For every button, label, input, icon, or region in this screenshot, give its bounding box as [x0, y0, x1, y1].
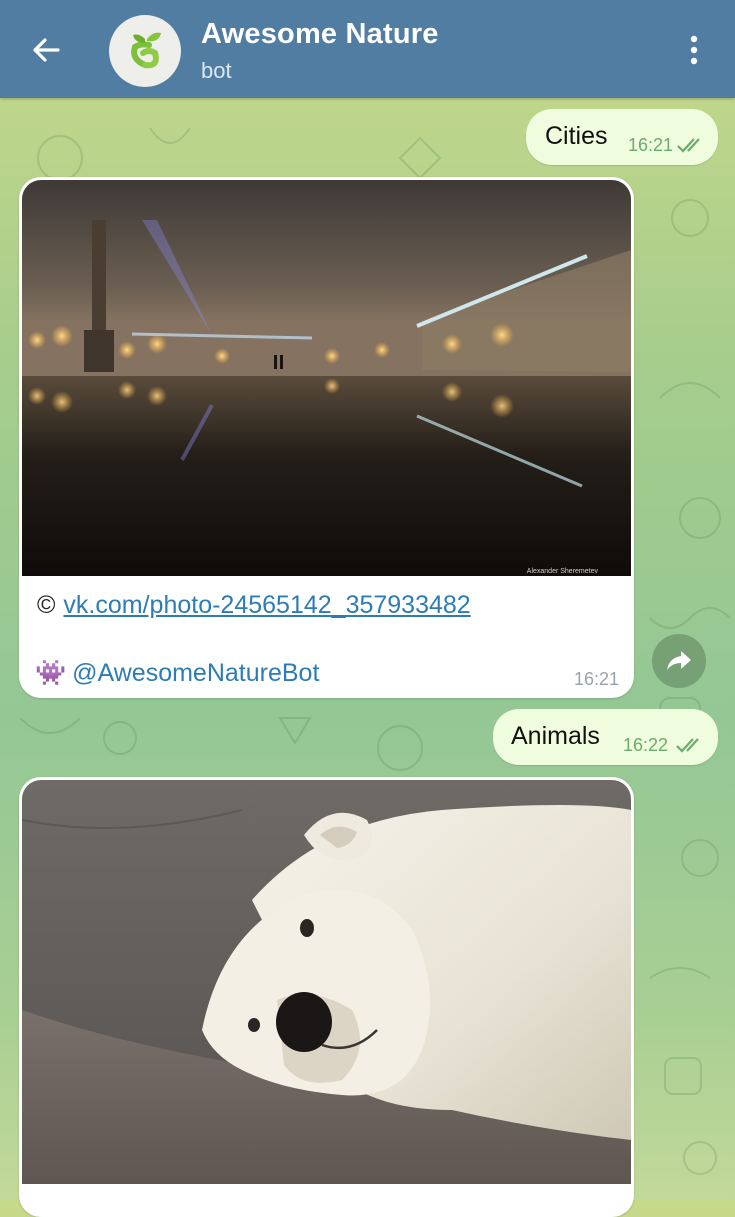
forward-button[interactable]: [652, 634, 706, 688]
chat-title: Awesome Nature: [201, 18, 439, 50]
bot-mention-line: 👾 @AwesomeNatureBot: [35, 659, 319, 688]
bot-avatar[interactable]: [109, 15, 181, 87]
message-time: 16:22: [623, 735, 669, 755]
copyright-icon: ©: [37, 591, 56, 619]
source-link[interactable]: vk.com/photo-24565142_357933482: [63, 591, 470, 619]
animal-photo[interactable]: [22, 780, 631, 1184]
forward-arrow-icon: [667, 651, 691, 670]
chat-subtitle: bot: [201, 58, 232, 83]
source-line: © vk.com/photo-24565142_357933482: [37, 591, 471, 620]
message-time: 16:21: [628, 135, 674, 155]
chat-header: Awesome Nature bot: [0, 0, 735, 98]
more-vertical-icon: [690, 35, 698, 65]
message-text: Animals: [511, 722, 600, 750]
incoming-photo-message[interactable]: [19, 777, 634, 1217]
incoming-photo-message[interactable]: Alexander Sheremetev © vk.com/photo-24565…: [19, 177, 634, 698]
message-time: 16:21: [574, 669, 620, 689]
read-checkmarks-icon: [677, 138, 700, 153]
more-options-button[interactable]: [674, 30, 714, 70]
alien-monster-icon: 👾: [35, 659, 67, 687]
message-text: Cities: [545, 122, 608, 150]
city-photo[interactable]: Alexander Sheremetev: [22, 180, 631, 576]
foggy-city-image: Alexander Sheremetev: [22, 180, 631, 576]
outgoing-message[interactable]: Cities 16:21: [526, 109, 718, 165]
sprout-logo-icon: [131, 32, 161, 69]
back-button[interactable]: [26, 30, 66, 70]
bot-mention-link[interactable]: @AwesomeNatureBot: [72, 659, 319, 687]
polar-bear-image: [22, 780, 631, 1184]
outgoing-message[interactable]: Animals 16:22: [493, 709, 718, 765]
back-arrow-icon: [33, 38, 60, 62]
read-checkmarks-icon: [676, 738, 699, 753]
photo-credit: Alexander Sheremetev: [527, 568, 599, 575]
